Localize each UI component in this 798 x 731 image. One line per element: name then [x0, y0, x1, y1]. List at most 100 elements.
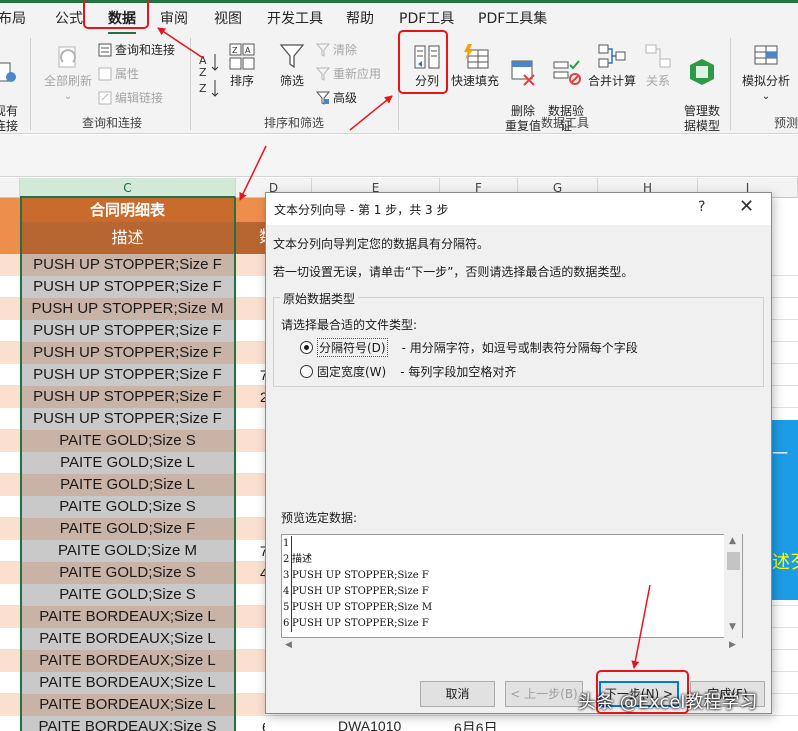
advanced-filter-button[interactable]: 高级	[316, 90, 357, 106]
back-button[interactable]: < 上一步(B)	[505, 681, 583, 707]
preview-horizontal-scrollbar[interactable]: ◀ ▶	[281, 638, 743, 654]
preview-pane[interactable]: 1 2 描述 3 PUSH UP STOPPER;Size F 4 PUSH UP STOP…	[281, 534, 743, 638]
manage-data-model-button[interactable]: 管理数 据模型	[680, 42, 724, 134]
quantity-cell[interactable]	[236, 276, 265, 298]
description-cell[interactable]: PAITE BORDEAUX;Size S	[20, 716, 235, 731]
quantity-cell[interactable]	[236, 694, 265, 716]
quantity-cell[interactable]	[236, 584, 265, 606]
cell[interactable]	[0, 298, 20, 320]
description-cell[interactable]: PAITE GOLD;Size S	[20, 496, 235, 518]
sort-button[interactable]: ZA 排序	[226, 42, 258, 89]
cell[interactable]	[0, 606, 20, 628]
close-icon[interactable]: ✕	[739, 196, 754, 217]
cell[interactable]	[0, 496, 20, 518]
quantity-cell[interactable]: 2	[236, 386, 265, 408]
quantity-cell[interactable]	[236, 342, 265, 364]
cell[interactable]	[0, 518, 20, 540]
description-cell[interactable]: PAITE GOLD;Size L	[20, 452, 235, 474]
description-header-cell[interactable]: 描述	[20, 222, 235, 254]
flash-fill-button[interactable]: 快速填充	[450, 42, 500, 89]
sort-az-button[interactable]: AZZ	[197, 44, 221, 102]
cancel-button[interactable]: 取消	[420, 681, 495, 707]
quantity-cell[interactable]: 4	[236, 562, 265, 584]
scroll-up-icon[interactable]: ▲	[729, 536, 736, 546]
description-cell[interactable]: PAITE GOLD;Size F	[20, 518, 235, 540]
quantity-header-cell[interactable]: 数	[236, 222, 265, 254]
delimited-option[interactable]: 分隔符号(D) - 用分隔字符，如逗号或制表符分隔每个字段	[300, 338, 638, 357]
description-cell[interactable]: PUSH UP STOPPER;Size F	[20, 320, 235, 342]
tab-layout[interactable]: 布局	[0, 8, 26, 28]
description-cell[interactable]: PAITE BORDEAUX;Size L	[20, 650, 235, 672]
scroll-right-icon[interactable]: ▶	[729, 640, 736, 650]
reapply-button[interactable]: 重新应用	[316, 66, 381, 82]
properties-button[interactable]: 属性	[98, 66, 139, 82]
cell[interactable]	[0, 320, 20, 342]
description-cell[interactable]: PUSH UP STOPPER;Size F	[20, 254, 235, 276]
cell[interactable]	[0, 222, 20, 254]
column-header-c[interactable]: C	[20, 178, 236, 198]
column-header-b[interactable]	[0, 178, 20, 198]
preview-vertical-scrollbar[interactable]: ▲ ▼	[724, 534, 742, 638]
tab-pdf-toolset[interactable]: PDF工具集	[478, 8, 547, 28]
description-cell[interactable]: PUSH UP STOPPER;Size M	[20, 298, 235, 320]
radio-button-delimited[interactable]	[300, 341, 313, 354]
quantity-cell[interactable]	[236, 496, 265, 518]
fixed-width-option[interactable]: 固定宽度(W) - 每列字段加空格对齐	[300, 363, 516, 380]
description-cell[interactable]: PUSH UP STOPPER;Size F	[20, 276, 235, 298]
description-cell[interactable]: PAITE GOLD;Size L	[20, 474, 235, 496]
cell[interactable]	[0, 254, 20, 276]
description-cell[interactable]: PAITE GOLD;Size S	[20, 562, 235, 584]
help-icon[interactable]: ?	[698, 199, 705, 215]
tab-developer[interactable]: 开发工具	[267, 8, 323, 28]
quantity-cell[interactable]	[236, 430, 265, 452]
text-to-columns-button[interactable]: 分列	[406, 42, 448, 89]
scrollbar-thumb[interactable]	[727, 552, 740, 570]
tab-review[interactable]: 审阅	[160, 8, 188, 28]
cell[interactable]	[0, 276, 20, 298]
cell[interactable]	[0, 672, 20, 694]
quantity-cell[interactable]	[236, 452, 265, 474]
quantity-cell[interactable]	[236, 254, 265, 276]
quantity-cell[interactable]	[236, 320, 265, 342]
quantity-cell[interactable]: 7	[236, 540, 265, 562]
what-if-analysis-button[interactable]: 模拟分析 ⌄	[738, 42, 794, 104]
description-cell[interactable]: PAITE BORDEAUX;Size L	[20, 672, 235, 694]
cell[interactable]	[0, 474, 20, 496]
quantity-cell[interactable]	[236, 650, 265, 672]
cell[interactable]	[0, 650, 20, 672]
description-cell[interactable]: PAITE BORDEAUX;Size L	[20, 694, 235, 716]
edit-links-button[interactable]: 编辑链接	[98, 90, 163, 106]
scroll-left-icon[interactable]: ◀	[285, 640, 292, 650]
cell[interactable]	[0, 562, 20, 584]
cell[interactable]	[0, 540, 20, 562]
filter-button[interactable]: 筛选	[276, 42, 308, 89]
description-cell[interactable]: PUSH UP STOPPER;Size F	[20, 386, 235, 408]
cell[interactable]	[0, 584, 20, 606]
cell[interactable]	[0, 716, 20, 731]
cell-f-last[interactable]: 6月6日	[454, 718, 498, 731]
queries-connections-button[interactable]: 查询和连接	[98, 42, 175, 58]
quantity-cell[interactable]	[236, 474, 265, 496]
cell[interactable]	[0, 364, 20, 386]
description-cell[interactable]: PAITE GOLD;Size M	[20, 540, 235, 562]
quantity-cell[interactable]	[236, 628, 265, 650]
quantity-cell[interactable]: 7	[236, 364, 265, 386]
tab-view[interactable]: 视图	[214, 8, 242, 28]
cell[interactable]	[0, 198, 20, 222]
cell[interactable]	[0, 430, 20, 452]
radio-button-fixed-width[interactable]	[300, 365, 313, 378]
cell[interactable]	[0, 408, 20, 430]
clear-filter-button[interactable]: 清除	[316, 42, 357, 58]
quantity-cell[interactable]	[236, 672, 265, 694]
consolidate-button[interactable]: 合并计算	[588, 42, 636, 89]
scroll-down-icon[interactable]: ▼	[729, 622, 736, 632]
cell[interactable]	[0, 342, 20, 364]
quantity-cell[interactable]	[236, 408, 265, 430]
cell[interactable]	[236, 198, 265, 222]
tab-formulas[interactable]: 公式	[55, 8, 83, 28]
cell[interactable]	[0, 694, 20, 716]
table-title-cell[interactable]: 合同明细表	[20, 198, 235, 222]
cell[interactable]	[0, 628, 20, 650]
description-cell[interactable]: PUSH UP STOPPER;Size F	[20, 364, 235, 386]
description-cell[interactable]: PUSH UP STOPPER;Size F	[20, 408, 235, 430]
